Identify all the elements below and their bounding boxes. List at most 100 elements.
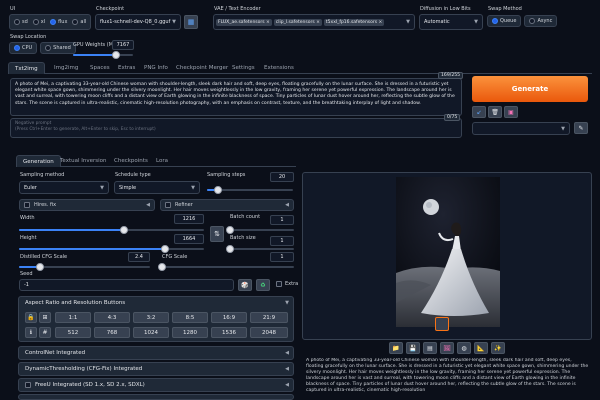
batch-count-slider[interactable] bbox=[226, 226, 294, 234]
size-button-2048[interactable]: 2048 bbox=[250, 327, 288, 338]
tab-spaces[interactable]: Spaces bbox=[84, 62, 116, 74]
size-button-1024[interactable]: 1024 bbox=[133, 327, 169, 338]
thumbnail[interactable] bbox=[435, 317, 449, 331]
tab-png-info[interactable]: PNG Info bbox=[138, 62, 174, 74]
checkpoint-select[interactable]: flux1-schnell-dev-Q8_0.gguf ▼ bbox=[95, 14, 181, 30]
palette-icon[interactable]: ◍ bbox=[457, 342, 471, 354]
swap-location-cpu[interactable]: CPU bbox=[9, 42, 38, 54]
tab-textual-inversion[interactable]: Textual Inversion bbox=[54, 155, 113, 167]
ui-option-xl[interactable]: xl bbox=[31, 16, 47, 28]
trash-icon[interactable]: 🗑 bbox=[488, 106, 502, 118]
gpu-weights-input[interactable]: 7167 bbox=[112, 40, 134, 50]
edit-icon[interactable]: ✎ bbox=[574, 122, 588, 134]
swap-dimensions-button[interactable]: ⇅ bbox=[210, 226, 224, 242]
vae-select[interactable]: FLUX_ae.safetensors × clip_l.safetensors… bbox=[213, 14, 415, 30]
tab-checkpoints[interactable]: Checkpoints bbox=[108, 155, 154, 167]
apply-styles-button[interactable]: ↙ bbox=[472, 106, 486, 118]
width-input[interactable]: 1216 bbox=[174, 214, 204, 224]
triangle-left-icon: ◀ bbox=[285, 366, 289, 372]
ratio-button-1-1[interactable]: 1:1 bbox=[55, 312, 91, 323]
hash-icon[interactable]: # bbox=[39, 327, 51, 338]
sampling-steps-label: Sampling steps bbox=[207, 172, 246, 178]
ratio-button-21-9[interactable]: 21:9 bbox=[250, 312, 288, 323]
prompt-textarea[interactable]: A photo of Mei, a captivating 33-year-ol… bbox=[10, 78, 462, 116]
swap-method-group: Queue Async bbox=[487, 15, 560, 27]
schedule-type-select[interactable]: Simple ▼ bbox=[114, 181, 200, 194]
chevron-down-icon: ▼ bbox=[561, 125, 565, 132]
seed-label: Seed bbox=[20, 271, 33, 277]
vae-chip[interactable]: t5xxl_fp16.safetensors × bbox=[323, 18, 385, 26]
height-input[interactable]: 1664 bbox=[174, 234, 204, 244]
ui-option-sd[interactable]: sd bbox=[12, 16, 30, 28]
cfg-scale-slider[interactable] bbox=[158, 263, 294, 271]
output-caption: A photo of Mei, a captivating 33-year-ol… bbox=[306, 358, 589, 394]
zip-icon[interactable]: ▤ bbox=[423, 342, 437, 354]
ratio-button-3-2[interactable]: 3:2 bbox=[133, 312, 169, 323]
size-button-1280[interactable]: 1280 bbox=[172, 327, 208, 338]
ratio-button-16-9[interactable]: 16:9 bbox=[211, 312, 247, 323]
info-icon[interactable]: ℹ bbox=[25, 327, 37, 338]
ui-label: UI bbox=[10, 6, 16, 12]
swap-location-label: Swap Location bbox=[10, 34, 47, 40]
tab-txt2img[interactable]: Txt2img bbox=[8, 62, 45, 74]
tab-extensions[interactable]: Extensions bbox=[258, 62, 300, 74]
ui-option-flux[interactable]: flux bbox=[48, 16, 69, 28]
tab-extras[interactable]: Extras bbox=[112, 62, 141, 74]
recycle-icon[interactable]: ♻ bbox=[256, 279, 270, 291]
radio-dot-icon bbox=[72, 19, 79, 25]
tab-checkpoint-merger[interactable]: Checkpoint Merger bbox=[170, 62, 234, 74]
batch-size-slider[interactable] bbox=[226, 245, 294, 253]
controlnet-accordion[interactable]: ControlNet Integrated ◀ bbox=[18, 346, 294, 360]
next-accordion[interactable] bbox=[18, 394, 294, 400]
swap-method-queue[interactable]: Queue bbox=[487, 15, 522, 27]
diffusion-select[interactable]: Automatic ▼ bbox=[419, 14, 483, 30]
save-icon[interactable]: 💾 bbox=[406, 342, 420, 354]
vae-chip[interactable]: clip_l.safetensors × bbox=[273, 18, 322, 26]
size-button-1536[interactable]: 1536 bbox=[211, 327, 247, 338]
swap-location-shared[interactable]: Shared bbox=[40, 42, 76, 54]
vae-chip[interactable]: FLUX_ae.safetensors × bbox=[216, 18, 272, 26]
generate-button[interactable]: Generate bbox=[472, 76, 588, 102]
gpu-weights-slider[interactable] bbox=[73, 51, 133, 59]
batch-count-input[interactable]: 1 bbox=[270, 215, 294, 225]
sampling-method-select[interactable]: Euler ▼ bbox=[19, 181, 109, 194]
dynamic-thresholding-accordion[interactable]: DynamicThresholding (CFG-Fix) Integrated… bbox=[18, 362, 294, 376]
generated-image[interactable] bbox=[303, 173, 592, 340]
swap-method-async[interactable]: Async bbox=[524, 15, 558, 27]
seed-input[interactable]: -1 bbox=[19, 279, 234, 291]
batch-count-label: Batch count bbox=[230, 214, 261, 220]
refresh-button[interactable]: ▦ bbox=[184, 15, 198, 29]
ruler-icon[interactable]: 📐 bbox=[474, 342, 488, 354]
dice-icon[interactable]: 🎲 bbox=[238, 279, 252, 291]
extra-checkbox[interactable] bbox=[276, 281, 282, 287]
distilled-cfg-slider[interactable] bbox=[19, 263, 150, 271]
styles-select[interactable]: ▼ bbox=[472, 122, 570, 135]
negative-prompt-textarea[interactable]: Negative prompt (Press Ctrl+Enter to gen… bbox=[10, 118, 462, 138]
sparkle-icon[interactable]: ✨ bbox=[491, 342, 505, 354]
sampling-steps-slider[interactable] bbox=[207, 186, 293, 194]
distilled-cfg-input[interactable]: 2.4 bbox=[128, 252, 150, 262]
ratio-button-8-5[interactable]: 8:5 bbox=[172, 312, 208, 323]
tab-img2img[interactable]: Img2img bbox=[48, 62, 84, 74]
cfg-scale-input[interactable]: 1 bbox=[270, 252, 294, 262]
batch-size-input[interactable]: 1 bbox=[270, 236, 294, 246]
tab-lora[interactable]: Lora bbox=[150, 155, 174, 167]
refiner-toggle[interactable]: Refiner ◀ bbox=[160, 199, 294, 211]
folder-icon[interactable]: 📁 bbox=[389, 342, 403, 354]
ratio-button-4-3[interactable]: 4:3 bbox=[94, 312, 130, 323]
triangle-left-icon: ◀ bbox=[285, 350, 289, 356]
edit-styles-button[interactable]: ▣ bbox=[504, 106, 518, 118]
height-slider[interactable] bbox=[19, 245, 204, 253]
hires-fix-toggle[interactable]: Hires. fix ◀ bbox=[19, 199, 155, 211]
grid-icon[interactable]: ⊞ bbox=[39, 312, 51, 323]
tab-settings[interactable]: Settings bbox=[226, 62, 261, 74]
sampling-steps-input[interactable]: 20 bbox=[270, 172, 294, 182]
image-icon[interactable]: 🖼 bbox=[440, 342, 454, 354]
ui-option-all[interactable]: all bbox=[70, 16, 88, 28]
freeu-accordion[interactable]: FreeU Integrated (SD 1.x, SD 2.x, SDXL) ◀ bbox=[18, 378, 294, 392]
sub-tab-bar: Generation Textual Inversion Checkpoints… bbox=[16, 155, 296, 167]
lock-icon[interactable]: 🔒 bbox=[25, 312, 37, 323]
size-button-512[interactable]: 512 bbox=[55, 327, 91, 338]
width-slider[interactable] bbox=[19, 226, 204, 234]
size-button-768[interactable]: 768 bbox=[94, 327, 130, 338]
